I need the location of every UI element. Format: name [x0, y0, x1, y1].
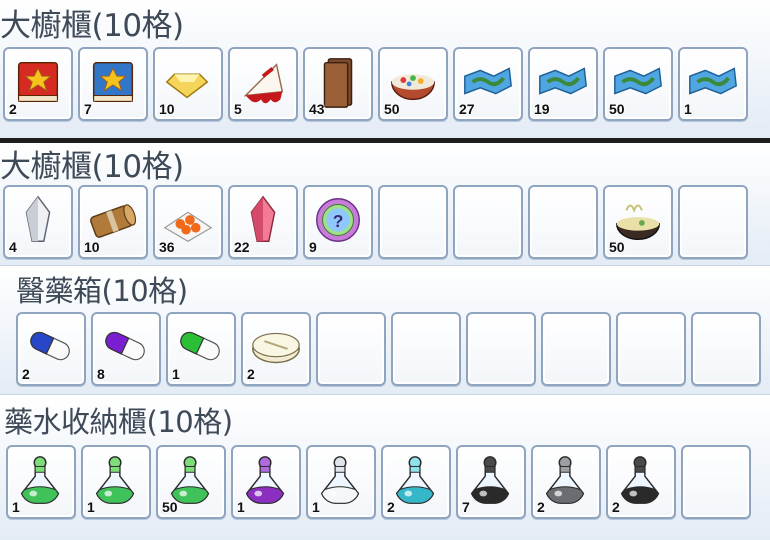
cabinet-panel-2: 大櫥櫃(10格) 4 10 36 22? 9 50	[0, 143, 770, 265]
inventory-slot[interactable]: 1	[81, 445, 151, 519]
inventory-slot[interactable]: 22	[228, 185, 298, 259]
inventory-slot[interactable]: 1	[678, 47, 748, 121]
inventory-slot[interactable]: 4	[3, 185, 73, 259]
item-quantity: 1	[684, 101, 692, 117]
inventory-slot[interactable]: 19	[528, 47, 598, 121]
potion-cabinet-panel: 藥水收納櫃(10格) 1 1 50 1 1 2 7 2 2	[0, 395, 770, 540]
inventory-slot[interactable]: 2	[606, 445, 676, 519]
inventory-slot[interactable]: 2	[16, 312, 86, 386]
item-quantity: 27	[459, 101, 475, 117]
empty-inventory-slot[interactable]	[466, 312, 536, 386]
inventory-slot[interactable]: 8	[91, 312, 161, 386]
item-quantity: 1	[312, 499, 320, 515]
slot-row: 2 8 1 2	[0, 266, 770, 394]
inventory-slot[interactable]: 10	[78, 185, 148, 259]
item-quantity: 2	[22, 366, 30, 382]
slot-row: 1 1 50 1 1 2 7 2 2	[0, 395, 770, 540]
inventory-slot[interactable]: 2	[3, 47, 73, 121]
empty-inventory-slot[interactable]	[316, 312, 386, 386]
inventory-slot[interactable]: 7	[456, 445, 526, 519]
inventory-slot[interactable]: 1	[231, 445, 301, 519]
item-quantity: 2	[247, 366, 255, 382]
inventory-slot[interactable]: 50	[603, 47, 673, 121]
item-quantity: 9	[309, 239, 317, 255]
empty-inventory-slot[interactable]	[453, 185, 523, 259]
empty-inventory-slot[interactable]	[541, 312, 611, 386]
item-quantity: 1	[237, 499, 245, 515]
item-quantity: 43	[309, 101, 325, 117]
item-quantity: 36	[159, 239, 175, 255]
inventory-slot[interactable]: 36	[153, 185, 223, 259]
item-quantity: 10	[159, 101, 175, 117]
item-quantity: 2	[537, 499, 545, 515]
empty-inventory-slot[interactable]	[681, 445, 751, 519]
item-quantity: 7	[462, 499, 470, 515]
inventory-slot[interactable]: 1	[306, 445, 376, 519]
inventory-slot[interactable]: 43	[303, 47, 373, 121]
item-quantity: 50	[609, 239, 625, 255]
item-quantity: 1	[172, 366, 180, 382]
svg-text:?: ?	[333, 211, 344, 231]
inventory-slot[interactable]: 50	[603, 185, 673, 259]
item-quantity: 1	[87, 499, 95, 515]
item-quantity: 5	[234, 101, 242, 117]
item-quantity: 4	[9, 239, 17, 255]
empty-inventory-slot[interactable]	[678, 185, 748, 259]
item-quantity: 22	[234, 239, 250, 255]
inventory-slot[interactable]: 2	[381, 445, 451, 519]
inventory-slot[interactable]: 50	[378, 47, 448, 121]
item-quantity: 2	[387, 499, 395, 515]
empty-inventory-slot[interactable]	[691, 312, 761, 386]
inventory-slot[interactable]: 2	[241, 312, 311, 386]
inventory-slot[interactable]: 1	[6, 445, 76, 519]
inventory-slot[interactable]: 5	[228, 47, 298, 121]
inventory-slot[interactable]: 7	[78, 47, 148, 121]
item-quantity: 7	[84, 101, 92, 117]
inventory-slot[interactable]: 27	[453, 47, 523, 121]
item-quantity: 1	[12, 499, 20, 515]
medicine-box-panel: 醫藥箱(10格) 2 8 12	[0, 266, 770, 394]
empty-inventory-slot[interactable]	[391, 312, 461, 386]
item-quantity: 2	[612, 499, 620, 515]
item-quantity: 2	[9, 101, 17, 117]
item-quantity: 19	[534, 101, 550, 117]
item-quantity: 50	[384, 101, 400, 117]
empty-inventory-slot[interactable]	[528, 185, 598, 259]
item-quantity: 50	[609, 101, 625, 117]
inventory-slot[interactable]: 2	[531, 445, 601, 519]
item-quantity: 8	[97, 366, 105, 382]
empty-inventory-slot[interactable]	[378, 185, 448, 259]
empty-inventory-slot[interactable]	[616, 312, 686, 386]
inventory-slot[interactable]: 1	[166, 312, 236, 386]
item-quantity: 50	[162, 499, 178, 515]
inventory-slot[interactable]: 50	[156, 445, 226, 519]
slot-row: 2 7 10 5 43 50 27 19 50 1	[0, 0, 770, 138]
slot-row: 4 10 36 22? 9 50	[0, 143, 770, 265]
inventory-slot[interactable]: 10	[153, 47, 223, 121]
item-quantity: 10	[84, 239, 100, 255]
cabinet-panel-1: 大櫥櫃(10格) 2 7 10 5 43 50 27 19 50 1	[0, 0, 770, 138]
inventory-slot[interactable]: ? 9	[303, 185, 373, 259]
